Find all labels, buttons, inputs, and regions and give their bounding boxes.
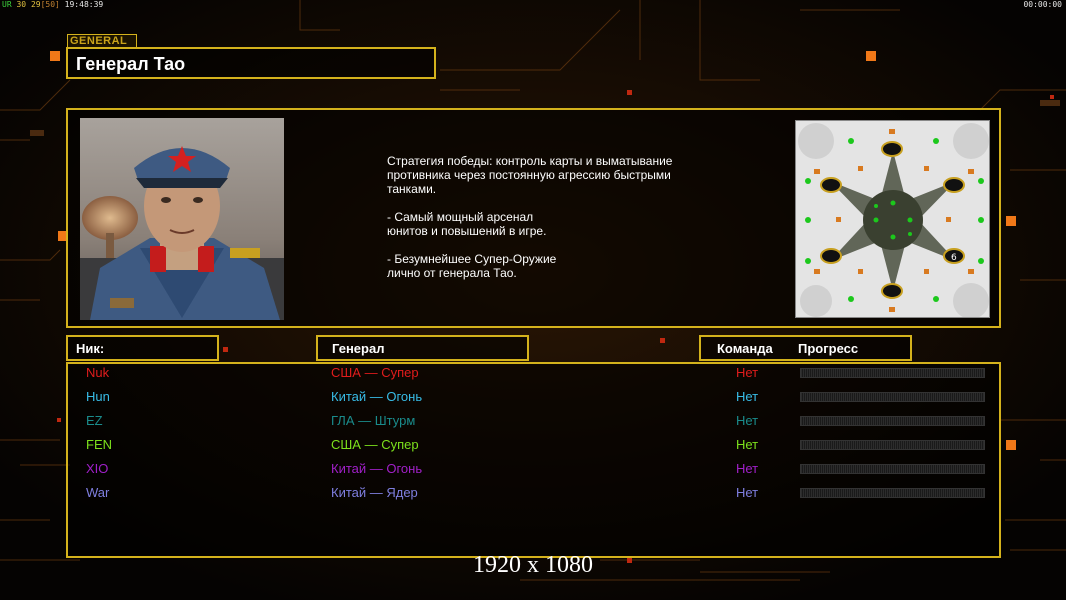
loading-progress-bar bbox=[800, 392, 985, 402]
hud-b: 30 bbox=[16, 0, 27, 9]
player-team: Нет bbox=[736, 485, 759, 500]
player-general: Китай — Огонь bbox=[331, 461, 423, 476]
header-nick-label: Ник: bbox=[76, 341, 105, 356]
player-row: XIO Китай — Огонь Нет bbox=[0, 461, 1066, 485]
player-team: Нет bbox=[736, 437, 759, 452]
loading-progress-bar bbox=[800, 464, 985, 474]
player-team: Нет bbox=[736, 413, 759, 428]
loading-progress-bar bbox=[800, 440, 985, 450]
player-row: FEN США — Супер Нет bbox=[0, 437, 1066, 461]
fps-counter: UR 30 29[50] 19:48:39 bbox=[2, 0, 103, 9]
player-nick: XIO bbox=[86, 461, 109, 476]
start-slot-label: 6 bbox=[951, 253, 957, 263]
general-name: Генерал Тао bbox=[76, 54, 186, 74]
general-description: Стратегия победы: контроль карты и вымат… bbox=[387, 154, 673, 280]
map-preview[interactable]: 6 bbox=[795, 120, 990, 318]
general-tag: GENERAL bbox=[67, 34, 137, 48]
general-title-box: Генерал Тао bbox=[66, 47, 436, 79]
loading-progress-bar bbox=[800, 416, 985, 426]
player-team: Нет bbox=[736, 365, 759, 380]
player-team: Нет bbox=[736, 389, 759, 404]
loading-progress-bar bbox=[800, 488, 985, 498]
loading-progress-bar bbox=[800, 368, 985, 378]
player-general: США — Супер bbox=[331, 365, 419, 380]
game-timer: 00:00:00 bbox=[1023, 0, 1062, 9]
header-progress-label: Прогресс bbox=[798, 341, 859, 356]
player-team: Нет bbox=[736, 461, 759, 476]
hud-clock: 19:48:39 bbox=[64, 0, 104, 9]
player-nick: EZ bbox=[86, 413, 103, 428]
player-row: Nuk США — Супер Нет bbox=[0, 365, 1066, 389]
hud-d: [50] bbox=[40, 0, 60, 9]
player-nick: FEN bbox=[86, 437, 112, 452]
player-row: EZ ГЛА — Штурм Нет bbox=[0, 413, 1066, 437]
header-general: Генерал bbox=[316, 335, 529, 361]
player-general: США — Супер bbox=[331, 437, 419, 452]
player-nick: Nuk bbox=[86, 365, 110, 380]
player-row: War Китай — Ядер Нет bbox=[0, 485, 1066, 509]
hud-c: 29 bbox=[30, 0, 41, 9]
player-general: Китай — Огонь bbox=[331, 389, 423, 404]
header-team-label: Команда bbox=[717, 341, 773, 356]
header-team-progress: Команда Прогресс bbox=[699, 335, 912, 361]
header-nick: Ник: bbox=[66, 335, 219, 361]
resolution-label: 1920 x 1080 bbox=[473, 552, 593, 578]
general-portrait bbox=[80, 118, 284, 320]
header-general-label: Генерал bbox=[332, 341, 385, 356]
player-general: ГЛА — Штурм bbox=[331, 413, 416, 428]
player-general: Китай — Ядер bbox=[331, 485, 418, 500]
player-nick: Hun bbox=[86, 389, 110, 404]
player-nick: War bbox=[86, 485, 110, 500]
player-row: Hun Китай — Огонь Нет bbox=[0, 389, 1066, 413]
hud-a: UR bbox=[2, 0, 12, 9]
